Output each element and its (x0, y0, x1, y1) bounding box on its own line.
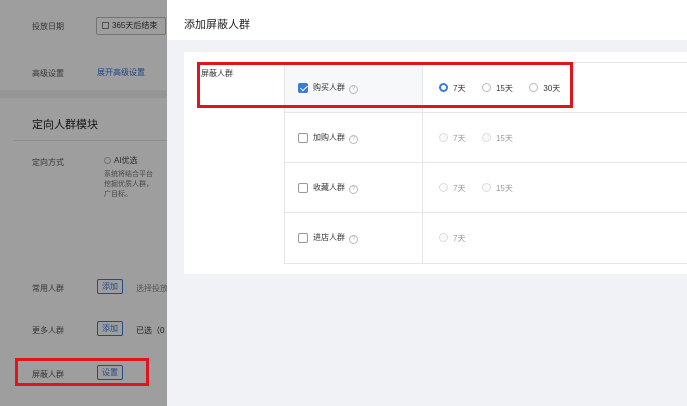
drawer-title: 添加屏蔽人群 (184, 19, 250, 31)
add-to-cart-audience-label: 加购人群 (313, 133, 345, 142)
drawer-header: 添加屏蔽人群 (167, 0, 687, 40)
period-radio-label: 7天 (453, 184, 466, 193)
period-radio-7d[interactable]: 7天 (439, 233, 465, 244)
radio-circle-icon (439, 133, 448, 142)
period-radio-label: 7天 (453, 234, 466, 243)
table-row: 收藏人群? 7天 15天 (285, 163, 687, 213)
audience-option-label: 加购人群? (313, 133, 358, 144)
radio-circle-icon (481, 183, 491, 192)
audience-option-cell: 加购人群? (285, 113, 423, 162)
period-radio-15d[interactable]: 15天 (481, 133, 513, 144)
audience-option-label: 收藏人群? (313, 183, 358, 194)
audience-option-cell: 收藏人群? (285, 163, 423, 212)
help-icon[interactable]: ? (349, 185, 358, 194)
radio-circle-icon (439, 233, 448, 242)
period-radio-group: 7天 15天 (439, 133, 527, 143)
period-radio-label: 15天 (495, 184, 513, 193)
add-to-cart-audience-checkbox[interactable] (298, 133, 308, 143)
highlight-box-purchase-row (197, 62, 573, 108)
favorite-audience-label: 收藏人群 (313, 183, 345, 192)
highlight-box-block-audience (15, 358, 149, 386)
favorite-audience-checkbox[interactable] (298, 183, 308, 193)
period-radio-label: 7天 (453, 134, 466, 143)
help-icon[interactable]: ? (349, 235, 358, 244)
period-radio-group: 7天 15天 (439, 183, 527, 193)
period-radio-group: 7天 (439, 233, 479, 243)
audience-option-label: 进店人群? (313, 233, 358, 244)
store-visit-audience-checkbox[interactable] (298, 233, 308, 243)
radio-circle-icon (481, 133, 491, 142)
table-row: 进店人群? 7天 (285, 213, 687, 263)
period-radio-label: 15天 (495, 134, 513, 143)
period-radio-7d[interactable]: 7天 (439, 183, 465, 194)
store-visit-audience-label: 进店人群 (313, 233, 345, 242)
help-icon[interactable]: ? (349, 135, 358, 144)
add-block-audience-drawer: 添加屏蔽人群 屏蔽人群 购买人群? 7天 15天 30天 加购人群 ? 7天 1… (167, 0, 687, 406)
period-radio-7d[interactable]: 7天 (439, 133, 465, 144)
audience-option-cell: 进店人群? (285, 213, 423, 263)
table-row: 加购人群? 7天 15天 (285, 113, 687, 163)
period-radio-15d[interactable]: 15天 (481, 183, 513, 194)
radio-circle-icon (439, 183, 448, 192)
